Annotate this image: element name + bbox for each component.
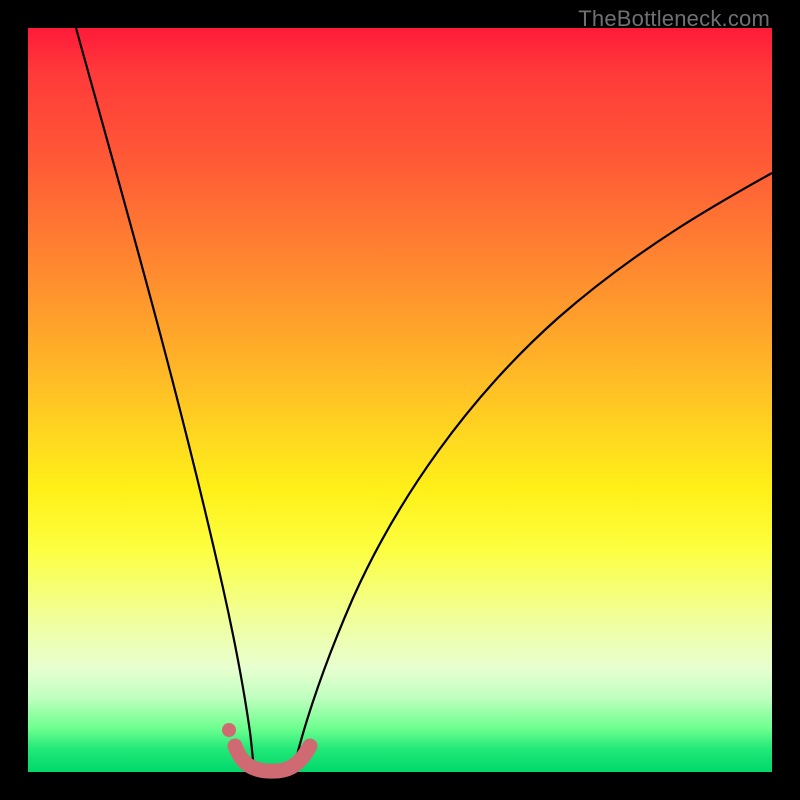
- plot-area: [28, 28, 772, 772]
- chart-frame: TheBottleneck.com: [0, 0, 800, 800]
- dot-marker: [222, 723, 236, 737]
- left-curve: [76, 28, 254, 772]
- curves-layer: [28, 28, 772, 772]
- right-curve: [293, 173, 772, 772]
